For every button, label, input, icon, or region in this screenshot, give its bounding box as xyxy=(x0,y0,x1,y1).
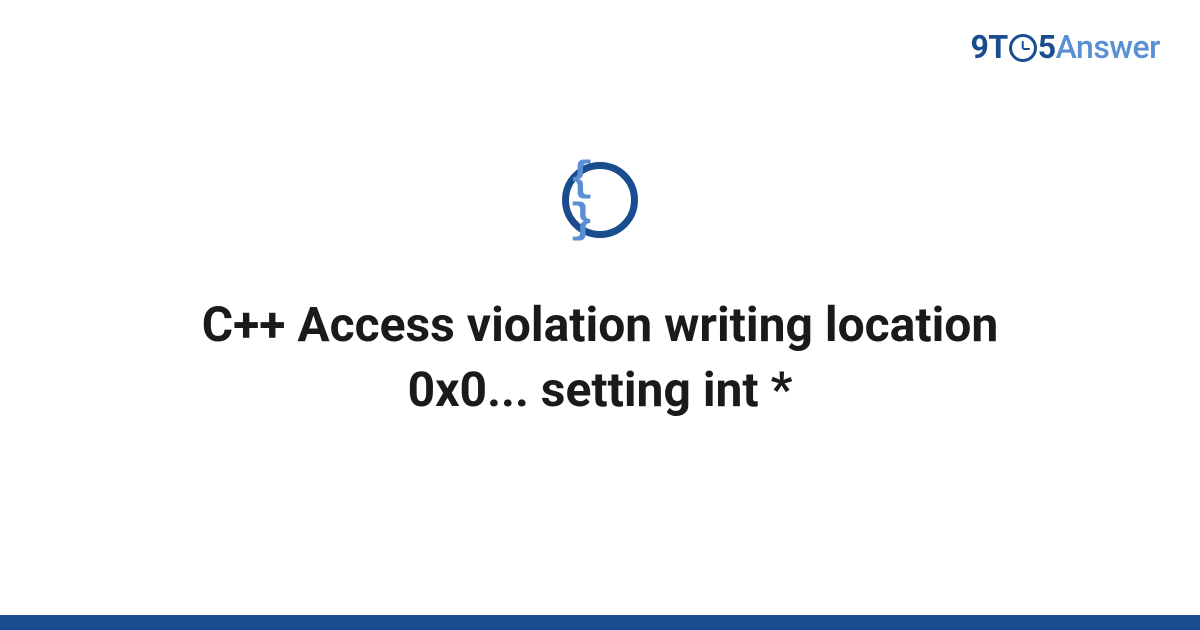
footer-accent-bar xyxy=(0,615,1200,630)
question-title: C++ Access violation writing location 0x… xyxy=(150,293,1050,423)
main-content: { } C++ Access violation writing locatio… xyxy=(0,0,1200,615)
code-braces-icon: { } xyxy=(569,158,631,242)
category-icon-circle: { } xyxy=(562,162,638,238)
